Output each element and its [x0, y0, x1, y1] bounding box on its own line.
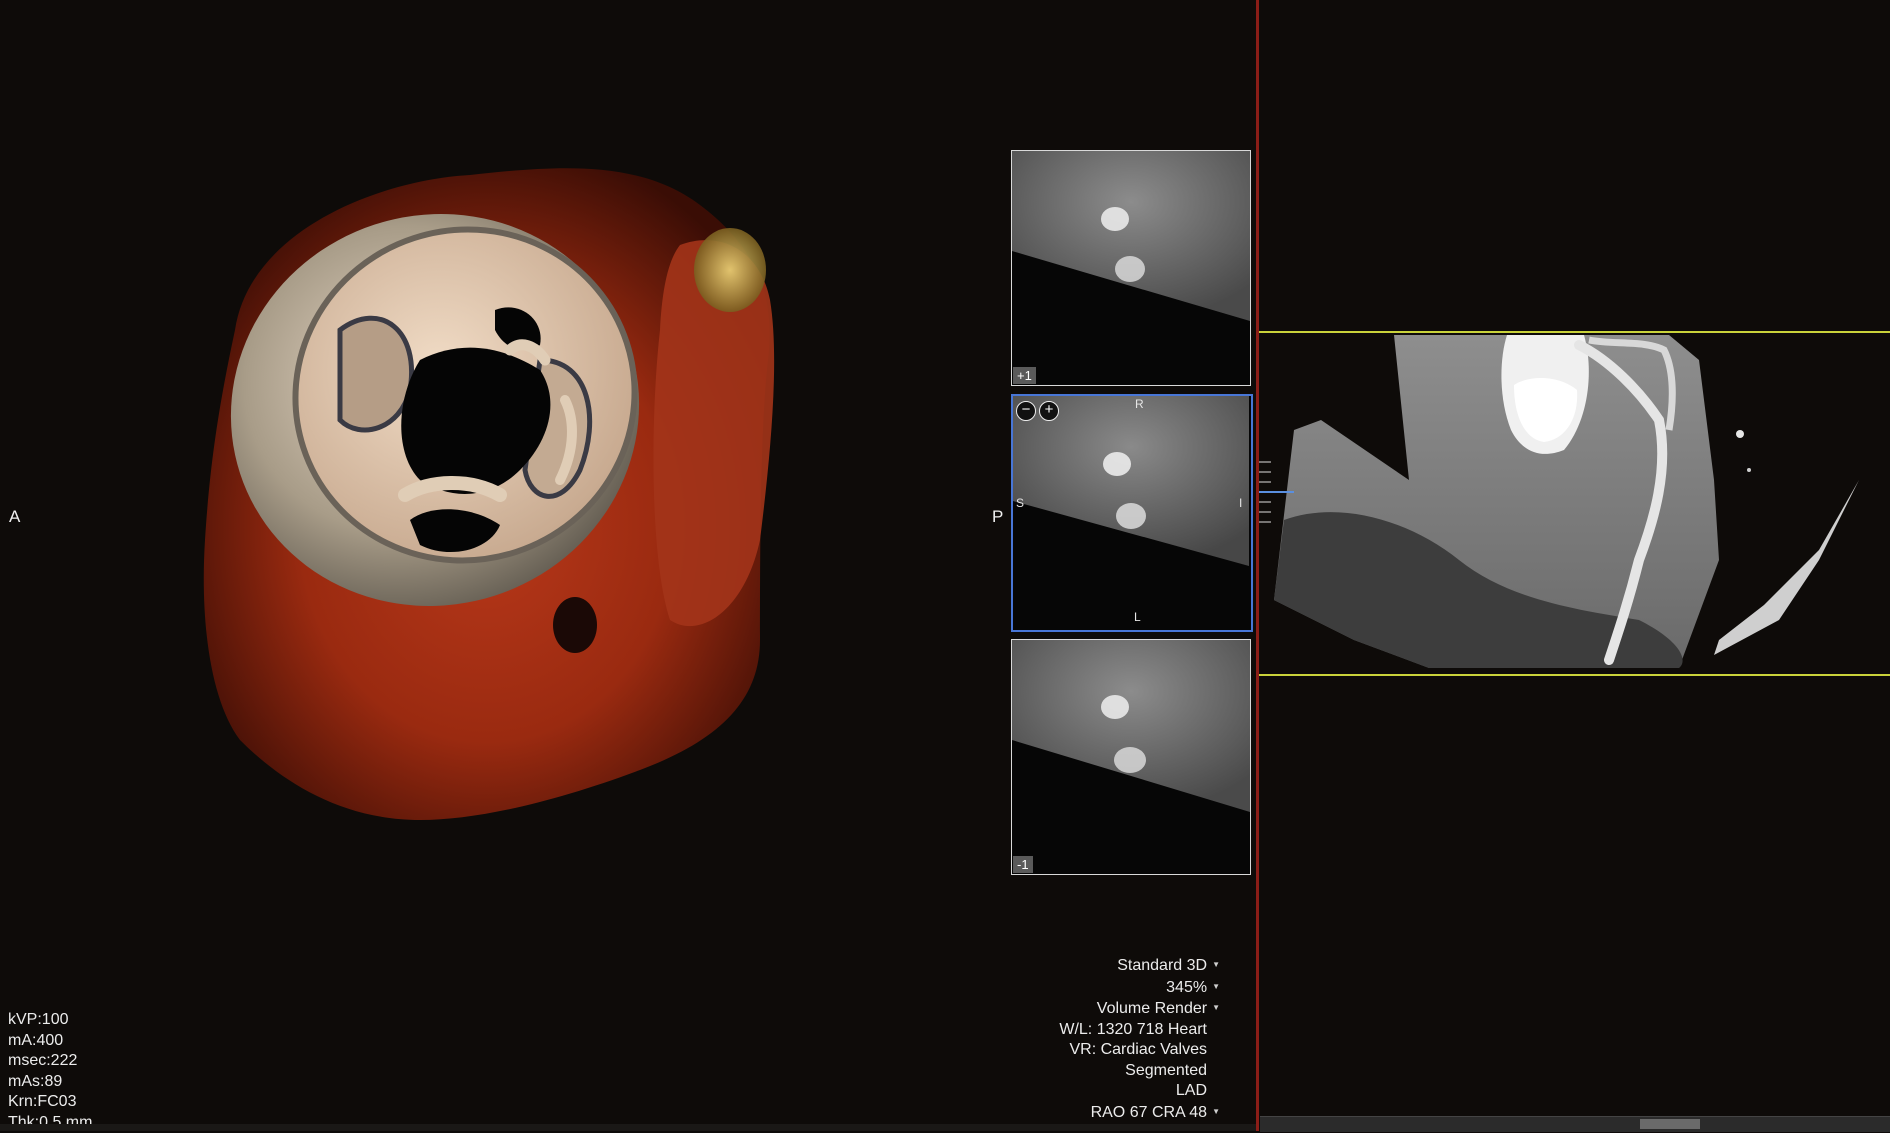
preset-dropdown[interactable]: Standard 3D▼ — [1059, 955, 1220, 977]
chevron-down-icon: ▼ — [1212, 1003, 1220, 1012]
render-settings: Standard 3D▼ 345%▼ Volume Render▼ W/L: 1… — [1059, 955, 1220, 1123]
kernel-value: Krn:FC03 — [8, 1092, 92, 1113]
mas-value: mAs:89 — [8, 1072, 92, 1093]
volume-render-viewport[interactable]: A P kVP:100 mA:400 msec:222 mAs:89 Krn:F… — [0, 0, 1256, 1131]
vessel-lumen — [1101, 695, 1129, 719]
slice-image — [1012, 151, 1250, 385]
kvp-value: kVP:100 — [8, 1010, 92, 1031]
vessel-name: LAD — [1059, 1081, 1207, 1102]
segmentation-status: Segmented — [1059, 1061, 1207, 1082]
cross-section-slice-plus1[interactable]: +1 — [1011, 150, 1251, 386]
slice-orientation-right: I — [1239, 496, 1242, 510]
curved-mpr-canvas[interactable] — [1259, 0, 1890, 1131]
render-mode-dropdown[interactable]: Volume Render▼ — [1059, 998, 1220, 1020]
speck — [1736, 430, 1744, 438]
speck — [1747, 468, 1751, 472]
slice-offset-badge: -1 — [1013, 856, 1033, 873]
chevron-down-icon: ▼ — [1212, 1107, 1220, 1116]
vr-preset: VR: Cardiac Valves — [1059, 1040, 1207, 1061]
zoom-in-button[interactable]: + — [1039, 401, 1059, 421]
tissue — [1012, 640, 1250, 812]
curved-mpr-viewport[interactable] — [1259, 0, 1890, 1131]
scrollbar-thumb[interactable] — [1640, 1119, 1700, 1129]
vessel-lumen — [1114, 747, 1146, 773]
vessel-lumen — [1101, 207, 1129, 231]
calcification — [694, 228, 766, 312]
tissue — [1013, 396, 1249, 566]
chest-wall — [1714, 480, 1859, 655]
valve-leaflet — [340, 318, 412, 430]
slice-orientation-top: R — [1135, 397, 1144, 411]
projection-dropdown[interactable]: RAO 67 CRA 48▼ — [1059, 1102, 1220, 1124]
status-strip — [0, 1124, 1256, 1131]
msec-value: msec:222 — [8, 1051, 92, 1072]
vessel-lumen — [1103, 452, 1131, 476]
tissue — [1012, 151, 1250, 321]
orientation-label-right: P — [992, 507, 1003, 527]
slice-orientation-bottom: L — [1134, 610, 1141, 624]
vessel-lumen — [1115, 256, 1145, 282]
vessel-lumen — [1116, 503, 1146, 529]
chevron-down-icon: ▼ — [1212, 982, 1220, 991]
slice-orientation-left: S — [1016, 496, 1024, 510]
window-level: W/L: 1320 718 Heart — [1059, 1020, 1207, 1041]
ma-value: mA:400 — [8, 1031, 92, 1052]
zoom-dropdown[interactable]: 345%▼ — [1059, 977, 1220, 999]
cross-section-slice-current[interactable]: − + R S I L — [1011, 394, 1253, 632]
acquisition-info: kVP:100 mA:400 msec:222 mAs:89 Krn:FC03 … — [8, 1010, 92, 1133]
slice-image — [1013, 396, 1249, 628]
horizontal-scrollbar[interactable] — [1260, 1116, 1890, 1132]
orientation-label-left: A — [9, 507, 20, 527]
shadow — [553, 597, 597, 653]
cardiac-ct-viewer: A P kVP:100 mA:400 msec:222 mAs:89 Krn:F… — [0, 0, 1890, 1131]
zoom-out-button[interactable]: − — [1016, 401, 1036, 421]
slice-image — [1012, 640, 1250, 874]
cross-section-slice-minus1[interactable]: -1 — [1011, 639, 1251, 875]
chevron-down-icon: ▼ — [1212, 960, 1220, 969]
slice-offset-badge: +1 — [1013, 367, 1036, 384]
